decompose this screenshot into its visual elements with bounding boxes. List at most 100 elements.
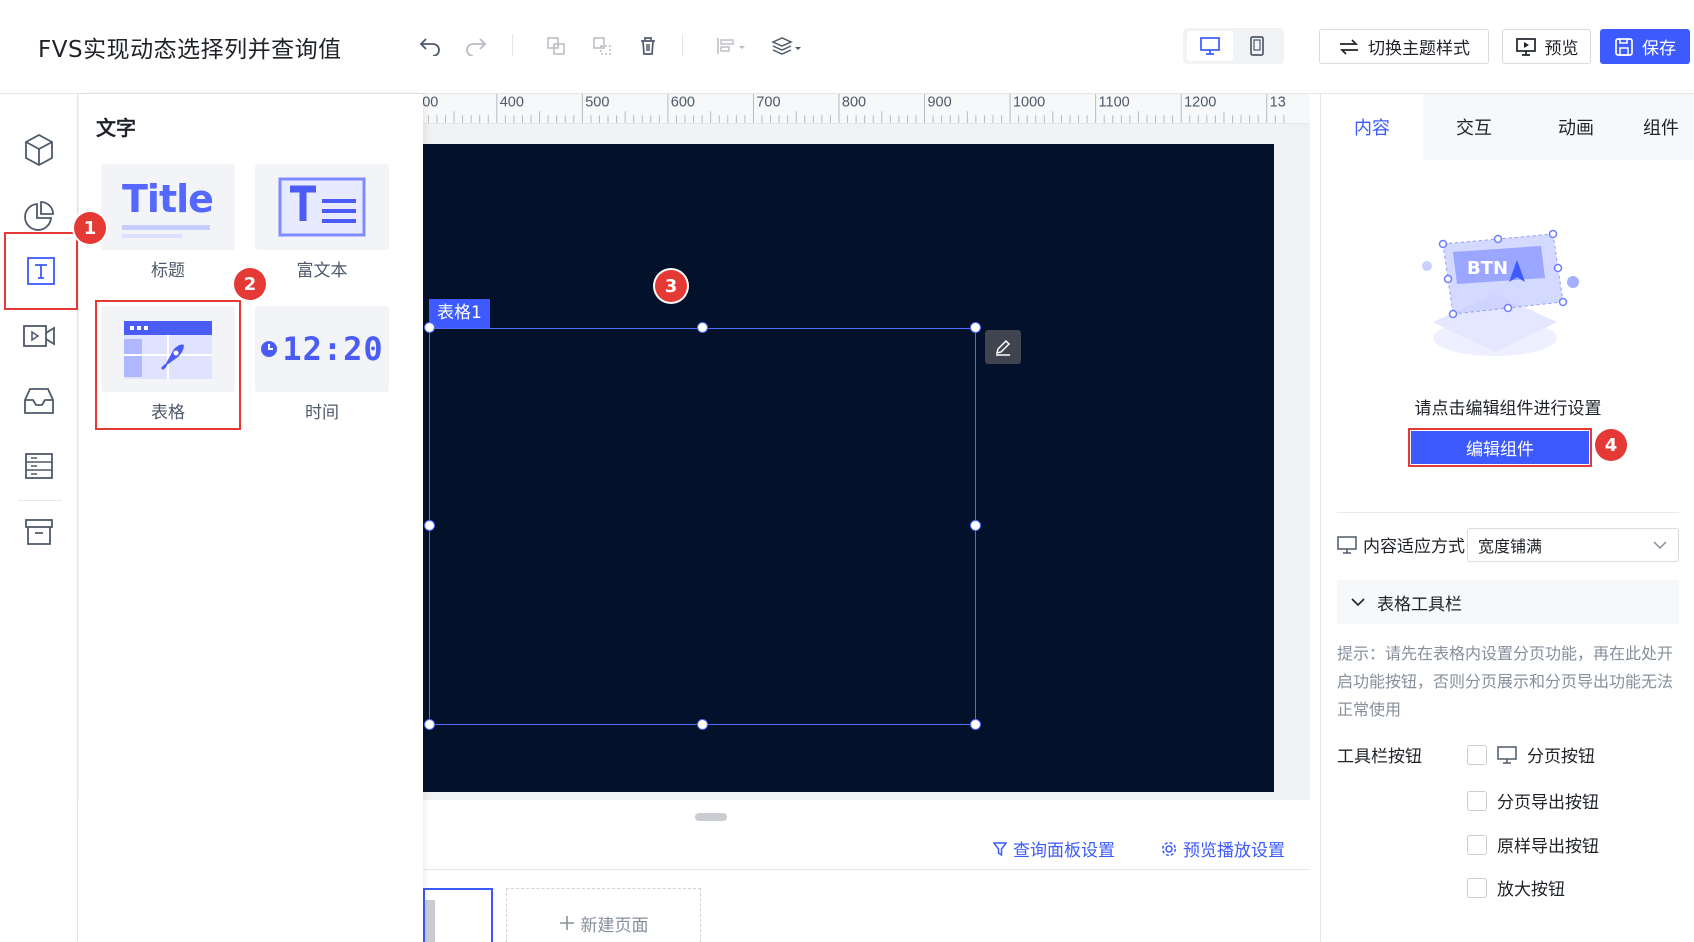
checkbox[interactable] xyxy=(1467,744,1487,765)
top-toolbar: FVS实现动态选择列并查询值 切换主题样式 预览 保存 xyxy=(0,0,1694,94)
ruler-label: 500 xyxy=(585,95,609,111)
resize-handle[interactable] xyxy=(424,520,435,531)
rail-item-archive[interactable] xyxy=(10,502,68,562)
tab-content[interactable]: 内容 xyxy=(1321,94,1423,160)
desktop-view-button[interactable] xyxy=(1187,31,1233,61)
horizontal-scrollbar[interactable] xyxy=(695,813,727,821)
table-toolbar-section[interactable]: 表格工具栏 xyxy=(1337,580,1679,624)
option-zoom-button[interactable]: 放大按钮 xyxy=(1467,875,1565,900)
ruler-label: 600 xyxy=(671,95,695,111)
properties-tabs: 内容 交互 动画 组件 xyxy=(1321,94,1694,160)
save-button[interactable]: 保存 xyxy=(1600,29,1690,64)
canvas-bottom-bar: 查询面板设置 预览播放设置 xyxy=(423,826,1310,870)
preview-label: 预览 xyxy=(1544,39,1579,59)
checkbox[interactable] xyxy=(1467,790,1487,811)
delete-icon[interactable] xyxy=(632,30,664,62)
device-switch xyxy=(1183,28,1284,64)
monitor-icon xyxy=(1200,37,1220,55)
settings-gear-icon xyxy=(1161,841,1177,856)
monitor-icon xyxy=(1337,535,1357,554)
option-label: 分页导出按钮 xyxy=(1497,793,1599,813)
option-label: 分页按钮 xyxy=(1527,747,1595,767)
tab-interaction[interactable]: 交互 xyxy=(1423,94,1525,160)
option-label: 原样导出按钮 xyxy=(1497,837,1599,857)
swap-icon xyxy=(1339,38,1359,55)
component-time[interactable]: 12:20 时间 xyxy=(255,306,389,424)
rail-item-text[interactable] xyxy=(4,232,78,310)
rail-item-3d[interactable] xyxy=(10,120,68,180)
component-rich-text[interactable]: 富文本 xyxy=(255,164,389,282)
table-rocket-icon xyxy=(124,321,212,379)
fit-mode-select[interactable]: 宽度铺满 xyxy=(1467,528,1679,562)
rail-item-layout[interactable] xyxy=(10,436,68,496)
toolbar-buttons-label: 工具栏按钮 xyxy=(1337,747,1422,767)
option-page-export-button[interactable]: 分页导出按钮 xyxy=(1467,788,1599,813)
preview-play-settings-link[interactable]: 预览播放设置 xyxy=(1161,836,1285,861)
paste-icon[interactable] xyxy=(586,30,618,62)
page-strip: 新建页面 xyxy=(423,870,1310,942)
app-title: FVS实现动态选择列并查询值 xyxy=(38,37,342,63)
option-pagination-button[interactable]: 分页按钮 xyxy=(1467,742,1595,767)
section-title: 表格工具栏 xyxy=(1377,594,1462,615)
ruler-label: 400 xyxy=(500,95,524,111)
tab-component[interactable]: 组件 xyxy=(1627,94,1694,160)
chevron-down-icon xyxy=(1351,598,1365,607)
rail-item-media[interactable] xyxy=(10,306,68,366)
ruler-label: 1000 xyxy=(1013,95,1045,111)
checkbox[interactable] xyxy=(1467,877,1487,898)
query-panel-settings-label: 查询面板设置 xyxy=(1013,841,1115,861)
mobile-view-button[interactable] xyxy=(1234,31,1280,61)
monitor-icon xyxy=(1497,745,1517,764)
option-original-export-button[interactable]: 原样导出按钮 xyxy=(1467,832,1599,857)
toolbar-divider xyxy=(682,34,683,56)
resize-handle[interactable] xyxy=(697,322,708,333)
component-panel: 文字 Title 标题 富文本 表格 12:20 时间 xyxy=(79,94,423,942)
fit-mode-label: 内容适应方式 xyxy=(1337,532,1465,557)
checkbox[interactable] xyxy=(1467,834,1487,855)
edit-widget-button[interactable] xyxy=(985,330,1021,364)
clock-icon xyxy=(261,341,278,357)
component-table[interactable]: 表格 xyxy=(95,300,241,430)
copy-icon[interactable] xyxy=(540,30,572,62)
new-page-button[interactable]: 新建页面 xyxy=(506,888,701,942)
preview-button[interactable]: 预览 xyxy=(1502,29,1591,64)
rail-item-container[interactable] xyxy=(10,371,68,431)
undo-icon[interactable] xyxy=(414,30,446,62)
layers-dropdown-icon[interactable] xyxy=(766,30,810,62)
cube-icon xyxy=(25,133,53,167)
selected-table-widget[interactable] xyxy=(429,328,976,725)
resize-handle[interactable] xyxy=(697,719,708,730)
step-badge-4: 4 xyxy=(1595,429,1627,461)
time-thumbnail: 12:20 xyxy=(255,306,389,392)
title-thumb-text: Title xyxy=(122,177,214,221)
redo-icon[interactable] xyxy=(460,30,492,62)
button-illustration: BTN xyxy=(1422,229,1579,356)
ruler-label: 900 xyxy=(927,95,951,111)
chevron-down-icon xyxy=(1653,541,1667,550)
resize-handle[interactable] xyxy=(970,719,981,730)
ruler-label: 13 xyxy=(1270,95,1286,111)
query-panel-settings-link[interactable]: 查询面板设置 xyxy=(993,836,1115,861)
resize-handle[interactable] xyxy=(970,520,981,531)
component-title[interactable]: Title 标题 xyxy=(101,164,235,282)
left-icon-rail xyxy=(0,94,78,942)
fit-mode-value: 宽度铺满 xyxy=(1478,537,1543,556)
page-thumbnail[interactable] xyxy=(423,888,493,942)
table-thumbnail xyxy=(101,306,235,392)
tab-animation[interactable]: 动画 xyxy=(1525,94,1627,160)
step-badge-1: 1 xyxy=(74,212,106,244)
ruler-label: 700 xyxy=(756,95,780,111)
inbox-icon xyxy=(24,388,54,414)
resize-handle[interactable] xyxy=(970,322,981,333)
selected-widget-tag: 表格1 xyxy=(429,299,490,328)
text-icon xyxy=(27,257,55,285)
plus-icon xyxy=(559,916,574,930)
switch-theme-button[interactable]: 切换主题样式 xyxy=(1319,29,1489,64)
option-label: 放大按钮 xyxy=(1497,880,1565,900)
ruler-label: 800 xyxy=(842,95,866,111)
resize-handle[interactable] xyxy=(424,719,435,730)
resize-handle[interactable] xyxy=(424,322,435,333)
align-dropdown-icon[interactable] xyxy=(710,30,754,62)
section-divider xyxy=(1337,512,1679,513)
edit-component-button[interactable]: 编辑组件 xyxy=(1408,428,1592,467)
